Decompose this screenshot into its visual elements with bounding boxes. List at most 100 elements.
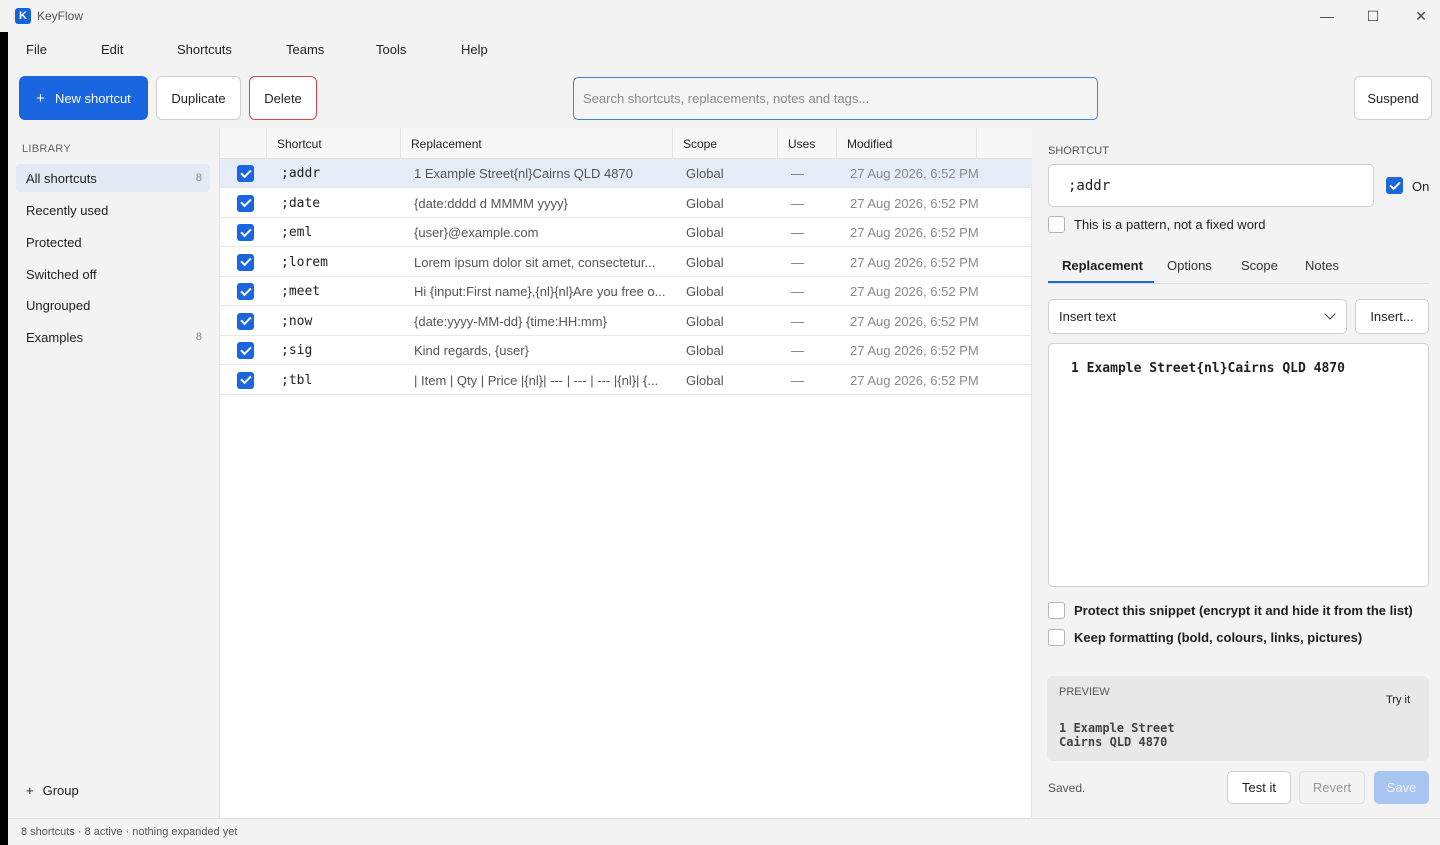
row-scope: Global [686, 343, 724, 358]
table-row[interactable]: ;meet Hi {input:First name},{nl}{nl}Are y… [220, 277, 1032, 306]
save-button[interactable]: Save [1374, 771, 1429, 804]
row-modified: 27 Aug 2026, 6:52 PM [850, 195, 979, 211]
close-icon[interactable]: ✕ [1398, 0, 1440, 32]
column-header-modified[interactable]: Modified [836, 128, 976, 159]
add-group-label: Group [42, 783, 79, 798]
sidebar-item-all-shortcuts[interactable]: All shortcuts 8 [16, 164, 210, 192]
pattern-label: This is a pattern, not a fixed word [1074, 217, 1266, 232]
sidebar-item-count: 8 [195, 331, 202, 343]
suspend-button[interactable]: Suspend [1354, 76, 1432, 120]
sidebar-item-examples[interactable]: Examples 8 [16, 323, 210, 351]
menu-edit[interactable]: Edit [101, 42, 123, 57]
sidebar-item-label: Recently used [26, 202, 109, 218]
test-button[interactable]: Test it [1227, 771, 1291, 804]
search-input[interactable] [573, 77, 1098, 120]
app-logo-icon: K [15, 8, 31, 24]
sidebar-item-protected[interactable]: Protected [16, 228, 210, 256]
revert-button[interactable]: Revert [1299, 771, 1365, 804]
tab-notes[interactable]: Notes [1305, 258, 1339, 273]
shortcut-section-label: SHORTCUT [1048, 145, 1109, 157]
table-row[interactable]: ;lorem Lorem ipsum dolor sit amet, consec… [220, 248, 1032, 277]
row-uses: — [791, 254, 804, 270]
replacement-editor[interactable]: 1 Example Street{nl}Cairns QLD 4870 [1048, 343, 1429, 587]
shortcuts-table: Shortcut Replacement Scope Uses Modified… [220, 128, 1032, 818]
preview-text: 1 Example Street Cairns QLD 4870 [1059, 721, 1175, 749]
library-sidebar: LIBRARY All shortcuts 8 Recently used Pr… [8, 128, 220, 818]
insert-button[interactable]: Insert... [1355, 299, 1429, 334]
menu-bar: File Edit Shortcuts Teams Tools Help [8, 32, 1440, 68]
try-it-link[interactable]: Try it [1386, 694, 1410, 706]
protect-checkbox[interactable] [1048, 602, 1065, 619]
row-replacement: {date:yyyy-MM-dd} {time:HH:mm} [414, 313, 607, 329]
row-modified: 27 Aug 2026, 6:52 PM [850, 254, 979, 270]
row-uses: — [791, 225, 804, 240]
table-row[interactable]: ;tbl | Item | Qty | Price |{nl}| --- | --… [220, 366, 1032, 395]
menu-teams[interactable]: Teams [286, 42, 324, 57]
plus-icon: + [36, 89, 45, 107]
row-enabled-checkbox[interactable] [237, 283, 254, 300]
enabled-checkbox[interactable] [1386, 177, 1403, 194]
row-modified: 27 Aug 2026, 6:52 PM [850, 343, 979, 358]
row-shortcut: ;meet [281, 284, 321, 299]
sidebar-item-recently-used[interactable]: Recently used [16, 196, 210, 224]
row-uses: — [791, 313, 804, 329]
insert-mode-value: Insert text [1059, 309, 1117, 324]
row-scope: Global [686, 284, 724, 299]
column-header-shortcut[interactable]: Shortcut [266, 128, 400, 159]
preview-panel: PREVIEW Try it 1 Example Street Cairns Q… [1047, 676, 1429, 761]
window-edge [0, 32, 8, 845]
menu-tools[interactable]: Tools [376, 42, 406, 57]
menu-shortcuts[interactable]: Shortcuts [177, 42, 232, 57]
table-row[interactable]: ;now {date:yyyy-MM-dd} {time:HH:mm} Global… [220, 307, 1032, 336]
row-enabled-checkbox[interactable] [237, 342, 254, 359]
row-enabled-checkbox[interactable] [237, 224, 254, 241]
sidebar-item-label: All shortcuts [26, 170, 97, 186]
sidebar-item-ungrouped[interactable]: Ungrouped [16, 291, 210, 319]
keep-formatting-label: Keep formatting (bold, colours, links, p… [1074, 630, 1363, 645]
menu-file[interactable]: File [26, 42, 47, 57]
row-enabled-checkbox[interactable] [237, 371, 254, 389]
status-bar: 8 shortcuts · 8 active · nothing expande… [8, 818, 1440, 845]
column-header-replacement[interactable]: Replacement [400, 128, 672, 159]
row-enabled-checkbox[interactable] [237, 165, 254, 182]
tab-replacement[interactable]: Replacement [1062, 258, 1143, 273]
table-row[interactable]: ;eml {user}@example.com Global — 27 Aug 2026… [220, 218, 1032, 247]
preview-label: PREVIEW [1059, 686, 1110, 698]
new-shortcut-button[interactable]: + New shortcut [19, 76, 148, 120]
maximize-icon[interactable]: ☐ [1350, 0, 1396, 32]
minimize-icon[interactable]: — [1304, 0, 1350, 32]
table-row[interactable]: ;date {date:dddd d MMMM yyyy} Global — 27 Au… [220, 189, 1032, 218]
insert-mode-select[interactable]: Insert text [1048, 299, 1347, 334]
pattern-checkbox[interactable] [1048, 216, 1065, 233]
row-replacement: {date:dddd d MMMM yyyy} [414, 195, 568, 211]
row-modified: 27 Aug 2026, 6:52 PM [850, 225, 979, 240]
row-uses: — [791, 372, 804, 388]
row-modified: 27 Aug 2026, 6:52 PM [850, 284, 979, 299]
tab-scope[interactable]: Scope [1241, 258, 1278, 273]
sidebar-item-label: Switched off [26, 266, 97, 282]
row-enabled-checkbox[interactable] [237, 194, 254, 212]
row-scope: Global [686, 166, 724, 181]
duplicate-button[interactable]: Duplicate [156, 76, 241, 120]
keep-formatting-checkbox[interactable] [1048, 629, 1065, 646]
table-row[interactable]: ;addr 1 Example Street{nl}Cairns QLD 4870… [220, 159, 1032, 188]
menu-help[interactable]: Help [461, 42, 488, 57]
add-group-button[interactable]: + Group [26, 783, 79, 798]
column-header-scope[interactable]: Scope [672, 128, 777, 159]
row-scope: Global [686, 195, 724, 211]
row-modified: 27 Aug 2026, 6:52 PM [850, 313, 979, 329]
row-shortcut: ;date [281, 195, 321, 211]
row-enabled-checkbox[interactable] [237, 312, 254, 330]
column-header-uses[interactable]: Uses [777, 128, 836, 159]
detail-panel: SHORTCUT ;addr On This is a pattern, not… [1032, 128, 1440, 818]
shortcut-input[interactable]: ;addr [1048, 164, 1374, 207]
tab-options[interactable]: Options [1167, 258, 1212, 273]
sidebar-item-switched-off[interactable]: Switched off [16, 260, 210, 288]
row-uses: — [791, 195, 804, 211]
row-enabled-checkbox[interactable] [237, 253, 254, 271]
sidebar-item-count: 8 [195, 172, 202, 184]
delete-button[interactable]: Delete [249, 76, 317, 120]
row-replacement: | Item | Qty | Price |{nl}| --- | --- | … [414, 372, 659, 388]
table-row[interactable]: ;sig Kind regards, {user} Global — 27 Aug 20… [220, 336, 1032, 365]
new-shortcut-label: New shortcut [54, 90, 131, 106]
